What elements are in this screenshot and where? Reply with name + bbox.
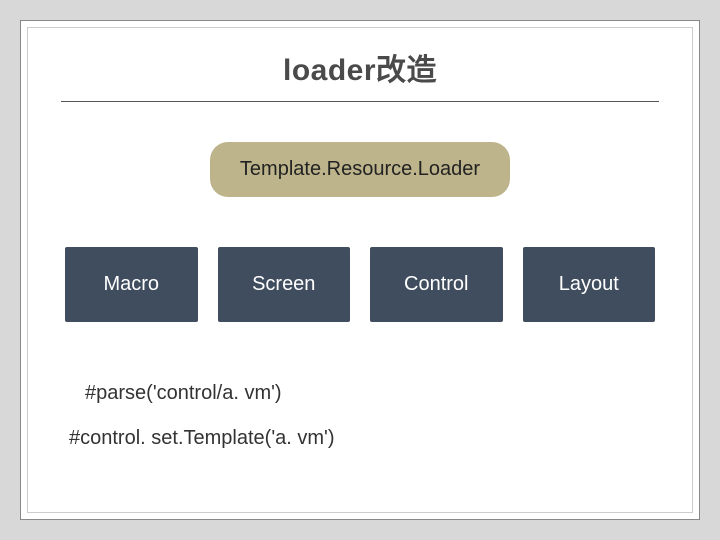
code-line-parse: #parse('control/a. vm') (85, 382, 659, 405)
slide-title: loader改造 (61, 45, 659, 89)
subtype-row: Macro Screen Control Layout (61, 247, 659, 322)
slide: loader改造 Template.Resource.Loader Macro … (20, 20, 700, 520)
code-line-settemplate: #control. set.Template('a. vm') (69, 427, 659, 450)
template-loader-box: Template.Resource.Loader (210, 142, 510, 197)
box-layout: Layout (523, 247, 656, 322)
box-screen: Screen (218, 247, 351, 322)
box-control: Control (370, 247, 503, 322)
title-divider (61, 101, 659, 102)
box-macro: Macro (65, 247, 198, 322)
